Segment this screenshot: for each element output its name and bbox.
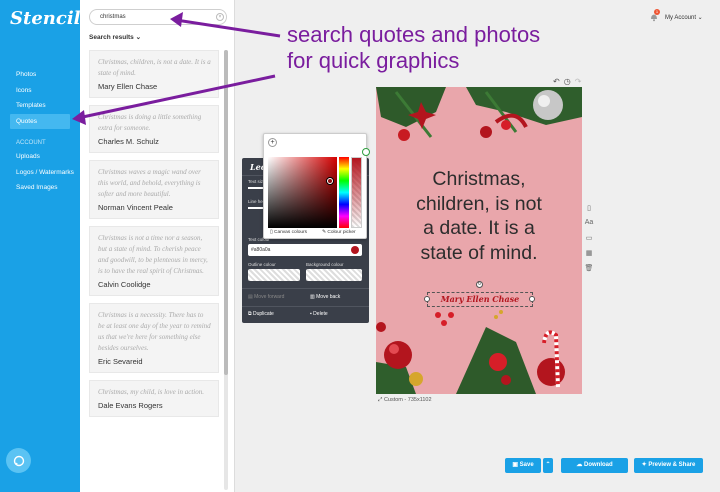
history-icon[interactable]: ◷ [564, 77, 571, 86]
saturation-value-area[interactable] [268, 157, 337, 228]
save-button[interactable]: ▣ Save [505, 458, 541, 473]
document-icon[interactable]: ▯ [584, 204, 594, 219]
redo-icon[interactable]: ↷ [575, 77, 582, 86]
divider [242, 288, 369, 289]
resize-handle-right[interactable] [529, 296, 535, 302]
colour-picker-popup: + ▯ Canvas colours ✎ Colour picker [263, 133, 367, 239]
undo-icon[interactable]: ↶ [553, 77, 560, 86]
design-canvas[interactable]: Christmas, children, is not a date. It i… [376, 87, 582, 394]
background-colour-label: Background colour [306, 262, 344, 267]
sv-cursor[interactable] [327, 178, 333, 184]
trash-icon[interactable]: 🗑 [584, 264, 594, 279]
canvas-quote-text[interactable]: Christmas, children, is not a date. It i… [376, 167, 582, 265]
text-colour-field[interactable]: #a80a0a [248, 244, 362, 256]
confirm-colour-icon[interactable] [362, 148, 370, 156]
rotate-handle[interactable]: ↻ [476, 281, 483, 288]
annotation-text-line1: search quotes and photos [287, 22, 541, 47]
save-options-dropdown[interactable]: ⌃ [543, 458, 553, 473]
resize-handle-left[interactable] [424, 296, 430, 302]
move-back-button[interactable]: ▥ Move back [310, 294, 340, 300]
text-colour-value: #a80a0a [251, 247, 271, 253]
colour-picker-tab[interactable]: ✎ Colour picker [322, 230, 356, 235]
download-button[interactable]: ☁ Download [561, 458, 628, 473]
chevron-up-icon: ⌃ [545, 462, 551, 468]
canvas-size-label[interactable]: ⤢ Custom - 735x1102 [378, 397, 432, 404]
background-colour-field[interactable] [306, 269, 362, 281]
preview-share-button[interactable]: ✦ Preview & Share [634, 458, 703, 473]
floppy-icon: ▣ [512, 462, 520, 468]
cloud-download-icon: ☁ [576, 462, 584, 468]
delete-button[interactable]: ▪ Delete [310, 311, 328, 317]
window-icon[interactable]: ▭ [584, 234, 594, 249]
divider [242, 306, 369, 307]
canvas-colours-tab[interactable]: ▯ Canvas colours [270, 230, 307, 235]
move-forward-button[interactable]: ▤ Move forward [248, 294, 284, 300]
outline-colour-field[interactable] [248, 269, 300, 281]
grid-icon[interactable]: ▦ [584, 249, 594, 264]
duplicate-button[interactable]: ⧉ Duplicate [248, 311, 274, 317]
outline-colour-label: Outline colour [248, 262, 276, 267]
canvas-author-text[interactable]: Mary Ellen Chase [427, 292, 533, 307]
add-colour-icon[interactable]: + [268, 138, 277, 147]
hue-slider[interactable] [339, 157, 349, 228]
text-format-icon[interactable]: Aa [584, 219, 594, 234]
canvas-side-tools: ▯ Aa ▭ ▦ 🗑 [584, 204, 594, 279]
text-colour-swatch[interactable] [351, 246, 359, 254]
alpha-slider[interactable] [351, 157, 362, 228]
annotation-text-line2: for quick graphics [287, 48, 460, 73]
history-controls: ↶ ◷ ↷ [553, 77, 581, 86]
